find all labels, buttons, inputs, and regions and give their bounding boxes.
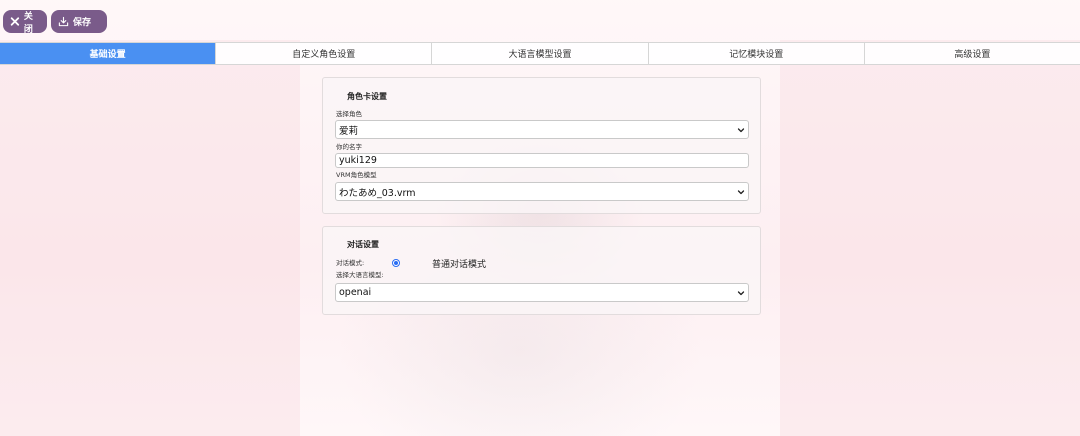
your-name-value: yuki129 (339, 155, 377, 166)
vrm-model-dropdown[interactable]: わたあめ_03.vrm (335, 182, 749, 201)
tab-custom-character-settings[interactable]: 自定义角色设置 (216, 43, 433, 64)
download-icon (58, 16, 69, 27)
select-character-value: 爱莉 (339, 125, 359, 137)
select-llm-value: openai (339, 287, 372, 298)
dialogue-settings-title: 对话设置 (347, 240, 379, 249)
select-llm-label: 选择大语言模型: (336, 271, 384, 279)
save-button-label: 保存 (73, 18, 92, 28)
top-toolbar: 关闭 保存 (0, 0, 1080, 42)
your-name-input[interactable]: yuki129 (335, 153, 749, 168)
select-character-dropdown[interactable]: 爱莉 (335, 120, 749, 139)
select-llm-dropdown[interactable]: openai (335, 283, 749, 302)
vrm-model-label: VRM角色模型 (336, 171, 377, 179)
character-card-title: 角色卡设置 (347, 92, 387, 101)
select-character-label: 选择角色 (336, 110, 362, 118)
dialogue-settings-panel: 对话设置 对话模式: 普通对话模式 选择大语言模型: openai (322, 226, 761, 315)
tab-basic-settings[interactable]: 基础设置 (0, 43, 217, 64)
chevron-down-icon (737, 290, 745, 295)
tab-advanced-settings[interactable]: 高级设置 (864, 43, 1080, 64)
tab-memory-module-settings[interactable]: 记忆模块设置 (648, 43, 865, 64)
normal-dialogue-mode-label[interactable]: 普通对话模式 (432, 257, 486, 270)
close-button[interactable]: 关闭 (3, 10, 47, 35)
close-button-label: 关闭 (23, 11, 33, 35)
close-icon (10, 17, 20, 26)
dialogue-mode-label: 对话模式: (336, 259, 365, 267)
normal-dialogue-mode-radio[interactable] (392, 259, 400, 267)
vrm-model-value: わたあめ_03.vrm (339, 187, 416, 199)
background-artwork (0, 0, 1080, 436)
tab-llm-settings[interactable]: 大语言模型设置 (432, 43, 649, 64)
chevron-down-icon (737, 189, 745, 194)
settings-tabs: 基础设置 自定义角色设置 大语言模型设置 记忆模块设置 高级设置 (0, 42, 1080, 65)
save-button[interactable]: 保存 (51, 10, 107, 33)
your-name-label: 你的名字 (336, 143, 362, 151)
character-card-panel: 角色卡设置 选择角色 爱莉 你的名字 yuki129 VRM角色模型 わたあめ_… (322, 77, 761, 214)
chevron-down-icon (737, 127, 745, 132)
